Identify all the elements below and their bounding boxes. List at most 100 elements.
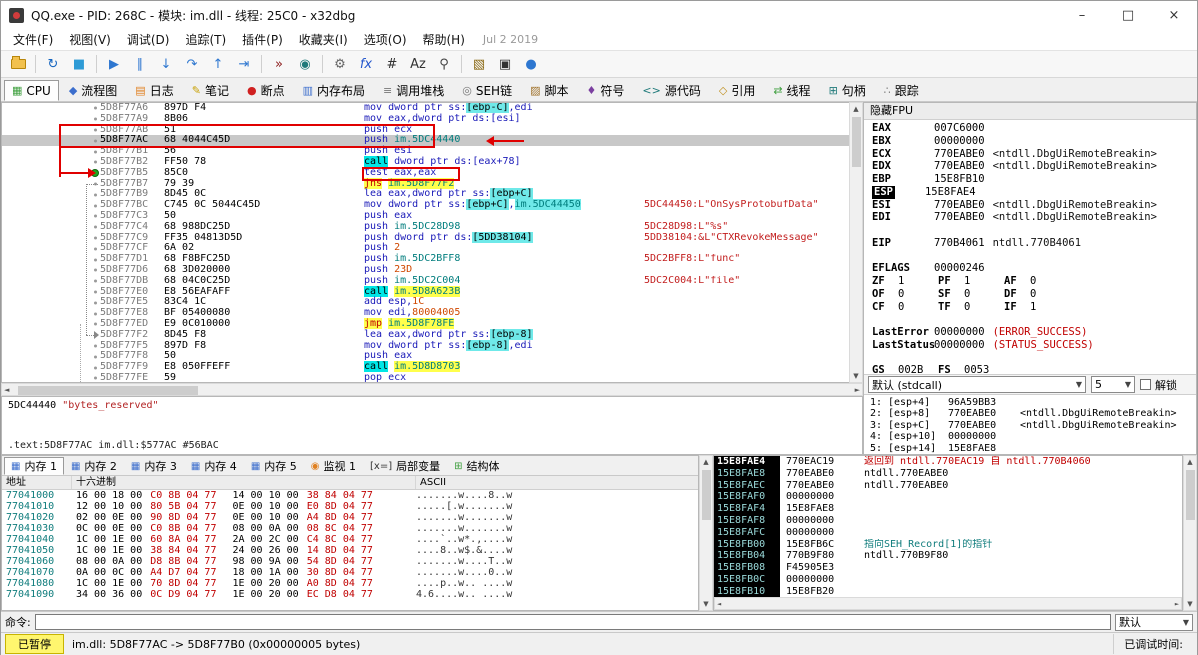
argument-row[interactable]: 2: [esp+8] 770EABE0 <ntdll.DbgUiRemoteBreak… bbox=[870, 408, 1196, 419]
tab-内存 1[interactable]: ▦ 内存 1 bbox=[4, 457, 64, 475]
scroll-thumb[interactable] bbox=[18, 386, 198, 395]
stack-row[interactable]: 15E8FB04 770B9F80 ntdll.770B9F80 bbox=[714, 550, 1182, 563]
disasm-hscrollbar[interactable]: ◄ ► bbox=[1, 383, 863, 396]
scroll-thumb[interactable] bbox=[1186, 470, 1195, 520]
dump-row[interactable]: 77041070 0A 00 0C 00 A4 D7 04 77 18 00 1A 0… bbox=[2, 567, 698, 578]
scroll-left-icon[interactable]: ◄ bbox=[4, 386, 9, 394]
dump-row[interactable]: 77041020 02 00 0E 00 90 8D 04 77 0E 00 10 0… bbox=[2, 512, 698, 523]
stop-icon[interactable]: ■ bbox=[67, 53, 91, 75]
tab-内存布局[interactable]: ▥ 内存布局 bbox=[295, 80, 373, 101]
tab-跟踪[interactable]: ∴ 跟踪 bbox=[876, 80, 927, 101]
menu-item-2[interactable]: 调试(D) bbox=[119, 29, 178, 50]
menu-item-0[interactable]: 文件(F) bbox=[5, 29, 61, 50]
stack-hscrollbar[interactable]: ◄ ► bbox=[714, 597, 1182, 610]
stack-row[interactable]: 15E8FAF4 15E8FAE8 bbox=[714, 503, 1182, 515]
dump-row[interactable]: 77041030 0C 00 0E 00 C0 8B 04 77 08 00 0A 0… bbox=[2, 523, 698, 534]
registers-view[interactable]: EAX 007C6000 EBX 00000000 ECX 770EABE0 <ntdll.… bbox=[864, 120, 1196, 374]
menu-item-5[interactable]: 收藏夹(I) bbox=[291, 29, 356, 50]
tab-监视 1[interactable]: ◉ 监视 1 bbox=[304, 457, 363, 475]
stack-row[interactable]: 15E8FAEC 770EABE0 ntdll.770EABE0 bbox=[714, 479, 1182, 492]
tab-日志[interactable]: ▤ 日志 bbox=[127, 80, 181, 101]
calling-convention-select[interactable]: 默认 (stdcall) ▼ bbox=[868, 376, 1086, 394]
close-button[interactable]: × bbox=[1151, 1, 1197, 29]
pause-icon[interactable]: ∥ bbox=[128, 53, 152, 75]
dump-row[interactable]: 77041060 08 00 0A 00 D8 8B 04 77 98 00 9A 0… bbox=[2, 556, 698, 567]
console-icon[interactable]: ▣ bbox=[493, 53, 517, 75]
strings-icon[interactable]: Az bbox=[406, 53, 430, 75]
stack-vscrollbar[interactable]: ▲ ▼ bbox=[1183, 455, 1197, 611]
stack-row[interactable]: 15E8FAF8 00000000 bbox=[714, 514, 1182, 527]
dump-row[interactable]: 77041000 16 00 18 00 C0 8B 04 77 14 00 10 0… bbox=[2, 490, 698, 501]
arg-count-select[interactable]: 5 ▼ bbox=[1091, 376, 1135, 394]
command-input[interactable] bbox=[34, 614, 1111, 630]
scroll-thumb[interactable] bbox=[702, 470, 711, 520]
stack-row[interactable]: 15E8FB00 15E8FB6C 指向SEH_Record[1]的指针 bbox=[714, 538, 1182, 551]
tab-内存 3[interactable]: ▦ 内存 3 bbox=[124, 457, 184, 475]
tab-引用[interactable]: ◇ 引用 bbox=[711, 80, 763, 101]
step-into-icon[interactable]: ↓ bbox=[154, 53, 178, 75]
scroll-up-icon[interactable]: ▲ bbox=[853, 105, 858, 113]
unlock-checkbox[interactable]: 解锁 bbox=[1140, 377, 1177, 393]
menu-item-6[interactable]: 选项(O) bbox=[356, 29, 415, 50]
tab-CPU[interactable]: ▦ CPU bbox=[4, 80, 59, 101]
info-icon[interactable]: ● bbox=[519, 53, 543, 75]
tab-内存 5[interactable]: ▦ 内存 5 bbox=[244, 457, 304, 475]
tab-句柄[interactable]: ⊞ 句柄 bbox=[821, 80, 874, 101]
disasm-vscrollbar[interactable]: ▲ ▼ bbox=[849, 102, 863, 383]
tab-结构体[interactable]: ⊞ 结构体 bbox=[447, 457, 506, 475]
dump-row[interactable]: 77041080 1C 00 1E 00 70 8D 04 77 1E 00 20 0… bbox=[2, 578, 698, 589]
argument-row[interactable]: 4: [esp+10] 00000000 bbox=[870, 431, 1196, 442]
dump-row[interactable]: 77041090 34 00 36 00 0C D9 04 77 1E 00 20 0… bbox=[2, 589, 698, 600]
animate-icon[interactable]: » bbox=[267, 53, 291, 75]
tab-局部变量[interactable]: [x=] 局部变量 bbox=[363, 457, 447, 475]
argument-row[interactable]: 5: [esp+14] 15E8FAE8 bbox=[870, 443, 1196, 454]
scroll-left-icon[interactable]: ◄ bbox=[717, 600, 721, 608]
scroll-up-icon[interactable]: ▲ bbox=[1187, 458, 1192, 466]
disassembly-view[interactable]: 5D8F77A6 897D F4 mov dword ptr ss:[ebp-C],… bbox=[1, 102, 849, 383]
stack-row[interactable]: 15E8FB10 15E8FB20 bbox=[714, 585, 1182, 597]
stack-row[interactable]: 15E8FB08 F45905E3 bbox=[714, 562, 1182, 574]
disasm-row[interactable]: 5D8F77A9 8B06 mov eax,dword ptr ds:[esi] bbox=[2, 113, 849, 125]
tab-符号[interactable]: ♦ 符号 bbox=[579, 80, 633, 101]
stack-row[interactable]: 15E8FAE8 770EABE0 ntdll.770EABE0 bbox=[714, 467, 1182, 480]
trace-icon[interactable]: ◉ bbox=[293, 53, 317, 75]
fx-icon[interactable]: fx bbox=[354, 53, 378, 75]
tab-流程图[interactable]: ◆ 流程图 bbox=[61, 80, 125, 101]
command-profile-select[interactable]: 默认 ▼ bbox=[1115, 613, 1193, 631]
stack-row[interactable]: 15E8FAE4 770EAC19 返回到 ntdll.770EAC19 自 ntd… bbox=[714, 456, 1182, 468]
patch-icon[interactable]: ▧ bbox=[467, 53, 491, 75]
scroll-up-icon[interactable]: ▲ bbox=[703, 458, 708, 466]
restart-icon[interactable]: ↻ bbox=[41, 53, 65, 75]
tab-内存 2[interactable]: ▦ 内存 2 bbox=[64, 457, 124, 475]
tab-内存 4[interactable]: ▦ 内存 4 bbox=[184, 457, 244, 475]
stack-row[interactable]: 15E8FAFC 00000000 bbox=[714, 526, 1182, 539]
menu-item-7[interactable]: 帮助(H) bbox=[415, 29, 473, 50]
stack-row[interactable]: 15E8FAF0 00000000 bbox=[714, 491, 1182, 504]
scroll-right-icon[interactable]: ► bbox=[855, 386, 860, 394]
tab-断点[interactable]: ● 断点 bbox=[239, 80, 293, 101]
scroll-thumb[interactable] bbox=[852, 117, 861, 167]
argument-row[interactable]: 1: [esp+4] 96A59BB3 bbox=[870, 397, 1196, 408]
dump-vscrollbar[interactable]: ▲ ▼ bbox=[699, 455, 713, 611]
gear-icon[interactable]: ⚙ bbox=[328, 53, 352, 75]
run-icon[interactable]: ▶ bbox=[102, 53, 126, 75]
stack-row[interactable]: 15E8FB0C 00000000 bbox=[714, 573, 1182, 586]
scroll-down-icon[interactable]: ▼ bbox=[853, 372, 858, 380]
minimize-button[interactable]: – bbox=[1059, 1, 1105, 29]
step-over-icon[interactable]: ↷ bbox=[180, 53, 204, 75]
tab-调用堆栈[interactable]: ≡ 调用堆栈 bbox=[375, 80, 452, 101]
tab-脚本[interactable]: ▨ 脚本 bbox=[522, 80, 576, 101]
step-out-icon[interactable]: ↑ bbox=[206, 53, 230, 75]
menu-item-1[interactable]: 视图(V) bbox=[61, 29, 119, 50]
tab-线程[interactable]: ⇄ 线程 bbox=[765, 80, 818, 101]
disasm-row[interactable]: 5D8F77B5 85C0 test eax,eax bbox=[2, 167, 849, 179]
search-icon[interactable]: ⚲ bbox=[432, 53, 456, 75]
scroll-down-icon[interactable]: ▼ bbox=[1187, 600, 1192, 608]
hide-fpu-button[interactable]: 隐藏FPU bbox=[864, 103, 1196, 120]
stack-view[interactable]: 15E8FAE4 770EAC19 返回到 ntdll.770EAC19 自 ntd… bbox=[714, 456, 1182, 597]
tab-源代码[interactable]: <> 源代码 bbox=[634, 80, 708, 101]
dump-row[interactable]: 77041040 1C 00 1E 00 60 8A 04 77 2A 00 2C 0… bbox=[2, 534, 698, 545]
tab-SEH链[interactable]: ◎ SEH链 bbox=[454, 80, 520, 101]
scroll-right-icon[interactable]: ► bbox=[1175, 600, 1179, 608]
tab-笔记[interactable]: ✎ 笔记 bbox=[184, 80, 237, 101]
